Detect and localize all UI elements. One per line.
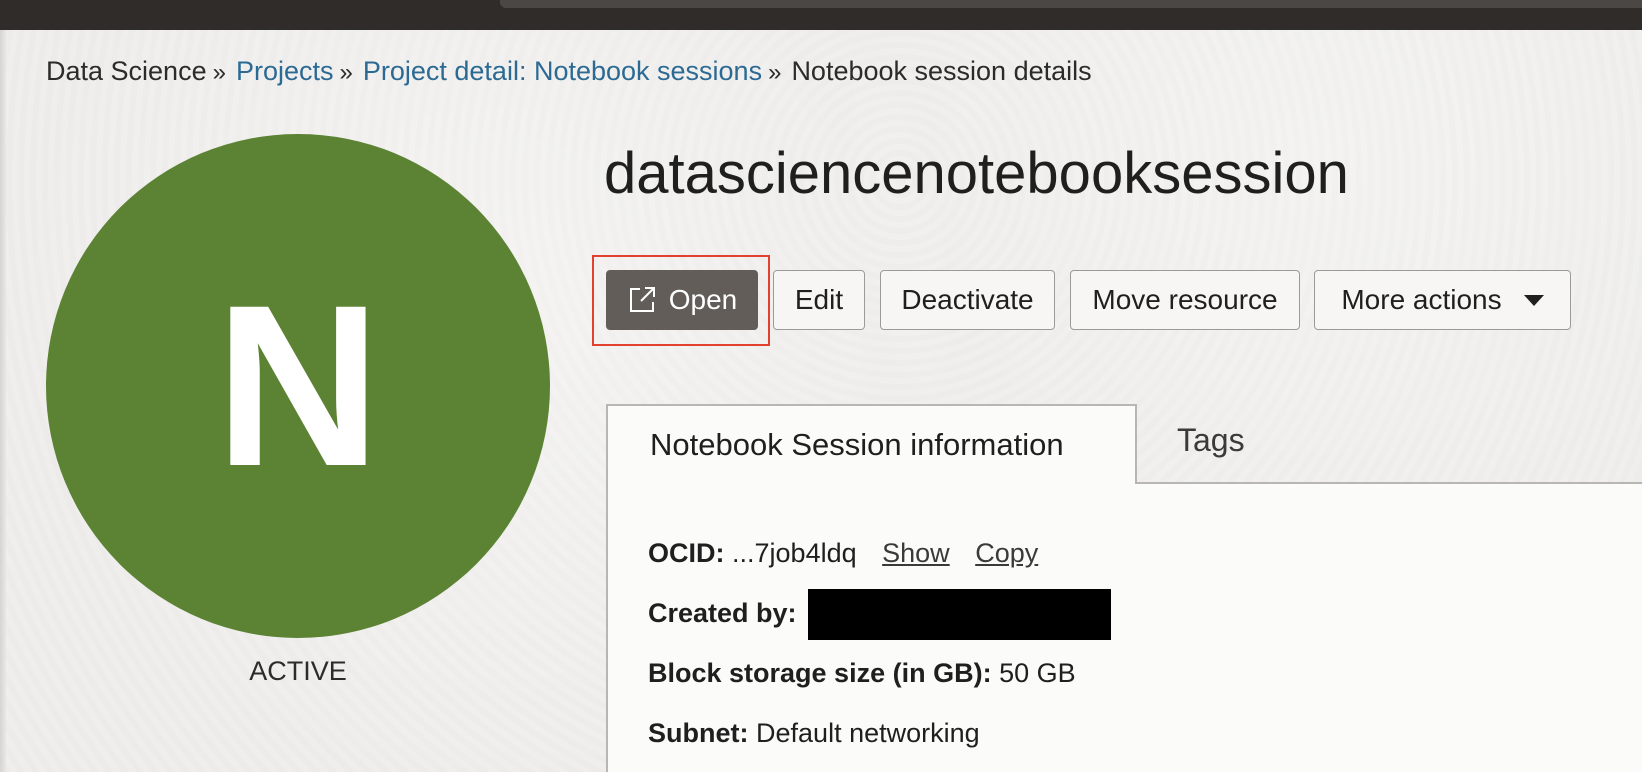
open-button[interactable]: Open [606,270,758,330]
left-edge-divider [0,30,6,772]
tabs-baseline [1136,482,1642,484]
subnet-row: Subnet: Default networking [648,718,980,749]
status-label: ACTIVE [249,656,347,686]
move-resource-button[interactable]: Move resource [1070,270,1300,330]
breadcrumb: Data Science» Projects» Project detail: No… [46,56,1092,87]
browser-address-field[interactable] [500,0,1642,8]
browser-top-bar [0,0,1642,30]
ocid-label: OCID: [648,538,725,568]
created-by-label: Created by: [648,598,797,628]
external-link-icon [629,287,655,312]
tab-notebook-session-information[interactable]: Notebook Session information [606,404,1137,484]
avatar-letter: N [214,257,382,514]
breadcrumb-current: Notebook session details [791,56,1092,86]
deactivate-button[interactable]: Deactivate [880,270,1055,330]
tab-tags[interactable]: Tags [1177,422,1245,459]
subnet-label: Subnet: [648,718,749,748]
breadcrumb-data-science: Data Science [46,56,207,86]
block-storage-row: Block storage size (in GB): 50 GB [648,658,1076,689]
open-button-label: Open [668,284,738,315]
copy-ocid-link[interactable]: Copy [975,538,1038,568]
breadcrumb-separator: » [768,59,782,86]
show-ocid-link[interactable]: Show [882,538,950,568]
more-actions-button[interactable]: More actions [1314,270,1571,330]
more-actions-label: More actions [1341,284,1502,315]
breadcrumb-separator: » [212,59,226,86]
edit-button[interactable]: Edit [773,270,865,330]
breadcrumb-separator: » [339,59,353,86]
ocid-row: OCID: ...7job4ldq Show Copy [648,538,1038,569]
subnet-value: Default networking [756,718,980,748]
resource-avatar: N [46,134,550,638]
block-storage-label: Block storage size (in GB): [648,658,992,688]
page-title: datasciencenotebooksession [604,141,1349,206]
breadcrumb-projects-link[interactable]: Projects [236,56,334,86]
created-by-redacted-value [808,589,1111,640]
breadcrumb-project-detail-link[interactable]: Project detail: Notebook sessions [363,56,762,86]
block-storage-value: 50 GB [999,658,1076,688]
caret-down-icon [1523,294,1544,306]
ocid-value: ...7job4ldq [732,538,857,568]
created-by-row: Created by: [648,598,797,629]
